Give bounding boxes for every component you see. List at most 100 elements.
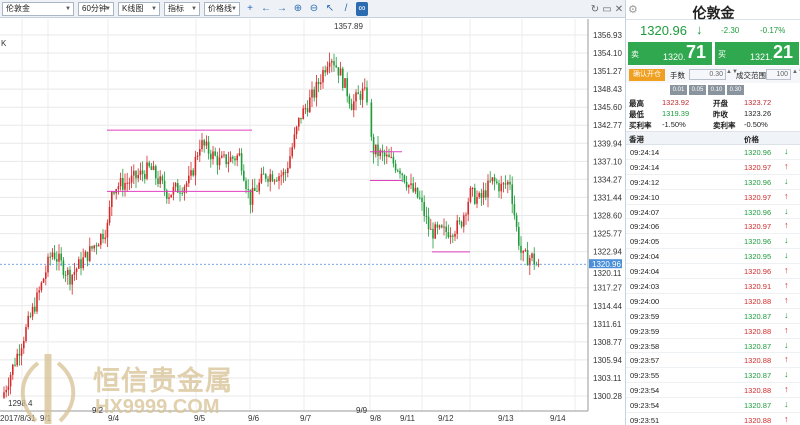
candle-body	[104, 237, 106, 240]
arrow-up-icon: ↑	[784, 384, 789, 395]
candle-body	[370, 102, 373, 137]
candle-body	[5, 389, 7, 393]
candle-body	[482, 190, 485, 198]
confirm-open-button[interactable]: 确认开仓	[629, 69, 665, 81]
indicator-select[interactable]: 指标 ▼	[164, 1, 200, 16]
candle-body	[130, 175, 133, 183]
price-axis-label: 1328.60	[593, 212, 622, 221]
ticks-header-market: 香港	[629, 135, 644, 144]
candle-body	[168, 197, 170, 199]
candle-body	[40, 282, 43, 291]
qty-chip[interactable]: 0.05	[689, 85, 706, 95]
candle-body	[157, 178, 159, 184]
tick-time: 09:23:55	[630, 371, 660, 381]
candle-body	[221, 155, 223, 158]
price-axis-label: 1308.77	[593, 338, 622, 347]
stepper-icon[interactable]: ▲▼	[792, 69, 800, 75]
tick-price: 1320.96	[744, 148, 772, 157]
candle-body	[375, 144, 377, 155]
candle-body	[251, 187, 254, 205]
qty-chip[interactable]: 0.01	[670, 85, 687, 95]
qty-chip[interactable]: 0.10	[708, 85, 725, 95]
zoom-in-icon[interactable]: ⊕	[292, 2, 304, 16]
candle-body	[458, 220, 461, 222]
pointer-icon[interactable]: ↖	[324, 2, 336, 16]
zoom-out-icon[interactable]: ⊖	[308, 2, 320, 16]
chevron-down-icon: ▼	[105, 5, 111, 12]
candle-body	[152, 166, 155, 170]
price-line-select[interactable]: 价格线 ▼	[204, 1, 240, 16]
current-price-tag-text: 1320.96	[592, 260, 621, 269]
candle-body	[474, 187, 476, 204]
candle-body	[401, 173, 403, 176]
candle-body	[113, 191, 115, 194]
candle-body	[291, 147, 293, 157]
tick-time: 09:23:59	[630, 311, 660, 321]
candle-body	[502, 183, 505, 185]
arrow-right-icon[interactable]: →	[276, 2, 288, 16]
ticks-list: 09:24:14 1320.96 ↓ 09:24:14 1320.97 ↑ 09:24:12…	[626, 145, 800, 425]
high-marker: 1357.89	[334, 22, 363, 31]
period-select[interactable]: 60分钟 ▼	[78, 1, 114, 16]
candle-body	[38, 290, 40, 293]
chart-type-label: K线图	[122, 4, 144, 13]
candle-body	[463, 215, 465, 227]
candle-body	[377, 144, 379, 157]
candle-body	[245, 180, 247, 189]
range-input[interactable]: 100	[766, 69, 791, 80]
tick-price: 1320.97	[744, 192, 772, 202]
candle-body	[3, 392, 5, 398]
price-axis-label: 1348.43	[593, 85, 622, 94]
quote-panel: ⚙ 伦敦金 1320.96 ↓ -2.30 -0.17% 卖 1320. 71 …	[625, 0, 800, 425]
price-axis-label: 1303.11	[593, 374, 622, 383]
candle-body	[449, 235, 452, 238]
candle-body	[331, 61, 333, 63]
candle-body	[342, 68, 344, 88]
stat-low-label: 最低	[629, 110, 644, 119]
candle-body	[309, 97, 311, 113]
line-draw-icon[interactable]: /	[340, 2, 352, 16]
candle-body	[84, 251, 87, 258]
candlestick-chart[interactable]: 1356.93 1354.10 1351.27 1348.43 1345.60 1342.…	[0, 19, 625, 425]
candle-body	[405, 181, 408, 188]
reload-icon[interactable]: ↻	[589, 2, 601, 16]
link-icon[interactable]: ∞	[356, 1, 368, 16]
tick-price: 1320.97	[744, 162, 772, 172]
sell-button[interactable]: 卖 1320. 71	[628, 42, 712, 65]
close-icon[interactable]: ✕	[613, 2, 625, 16]
crosshair-icon[interactable]: +	[244, 2, 256, 16]
order-row: 确认开仓 手数 0.30 ▲▼ 成交范围 100 ▲▼	[626, 66, 800, 83]
candle-body	[227, 161, 230, 165]
arrow-left-icon[interactable]: ←	[260, 2, 272, 16]
candle-body	[161, 176, 164, 181]
arrow-up-icon: ↑	[784, 324, 789, 335]
candle-body	[223, 154, 225, 156]
ticks-header: 香港 价格	[626, 132, 800, 145]
candle-body	[172, 186, 175, 195]
arrow-up-icon: ↑	[784, 265, 789, 276]
candle-body	[42, 278, 45, 283]
candle-body	[383, 152, 386, 157]
chart-type-select[interactable]: K线图 ▼	[118, 1, 160, 16]
qty-chip[interactable]: 0.30	[727, 85, 744, 95]
candle-body	[58, 253, 60, 262]
candle-body	[397, 170, 399, 172]
price-axis-label: 1354.10	[593, 49, 622, 58]
chart-corner-label: K	[1, 39, 7, 48]
candle-body	[185, 183, 188, 187]
candle-body	[315, 81, 318, 98]
candle-body	[69, 269, 71, 285]
tick-price: 1320.88	[744, 386, 772, 396]
candle-body	[469, 188, 472, 202]
arrow-down-icon: ↓	[784, 205, 789, 216]
candle-body	[366, 87, 368, 103]
qty-input[interactable]: 0.30	[689, 69, 726, 80]
symbol-select[interactable]: 伦敦金 ▼	[2, 1, 74, 16]
restore-icon[interactable]: ▭	[601, 2, 613, 16]
tick-row: 09:24:05 1320.96 ↓	[626, 234, 800, 250]
price-axis-label: 1300.28	[593, 392, 622, 401]
candle-body	[359, 94, 362, 100]
candle-body	[212, 151, 214, 160]
candle-body	[269, 174, 271, 182]
buy-button[interactable]: 买 1321. 21	[715, 42, 799, 65]
